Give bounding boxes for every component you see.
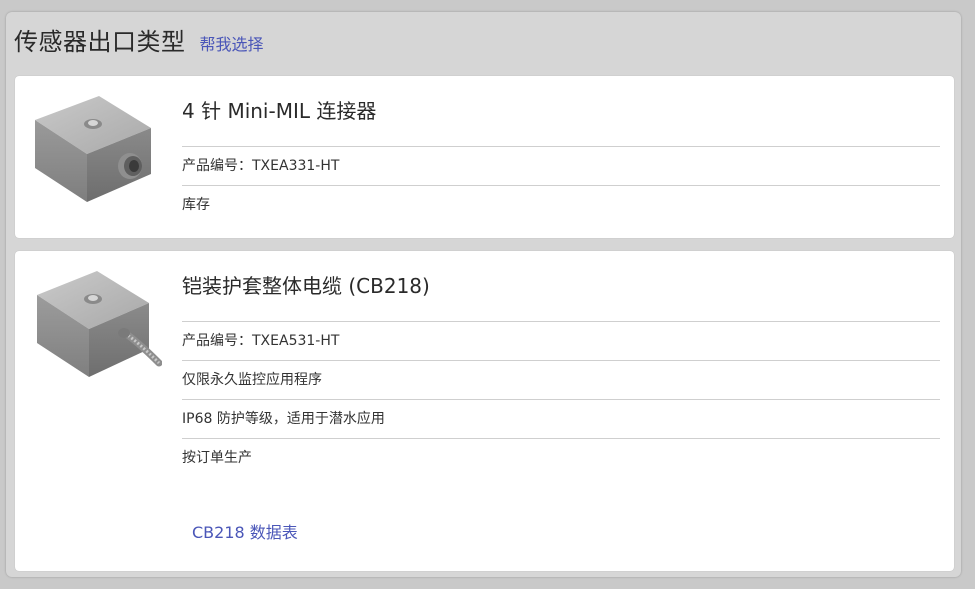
product-card-connector[interactable]: 4 针 Mini-MIL 连接器 产品编号：TXEA331-HT 库存 bbox=[15, 76, 954, 238]
spec-part-number: 产品编号：TXEA531-HT bbox=[182, 322, 940, 361]
panel-header: 传感器出口类型 帮我选择 bbox=[14, 22, 264, 62]
product-title[interactable]: 铠装护套整体电缆 (CB218) bbox=[182, 251, 940, 322]
sensor-cable-icon bbox=[37, 271, 162, 377]
product-title[interactable]: 4 针 Mini-MIL 连接器 bbox=[182, 76, 940, 147]
product-card-cable[interactable]: 铠装护套整体电缆 (CB218) 产品编号：TXEA531-HT 仅限永久监控应… bbox=[15, 251, 954, 571]
sensor-outlet-panel: 传感器出口类型 帮我选择 4 针 Mini-MIL 连接器 产品编号：TXEA3… bbox=[6, 12, 961, 577]
panel-title: 传感器出口类型 bbox=[14, 28, 186, 56]
help-me-choose-link[interactable]: 帮我选择 bbox=[200, 31, 264, 55]
spec-availability: 库存 bbox=[182, 197, 210, 213]
spec-part-number: 产品编号：TXEA331-HT bbox=[182, 147, 940, 186]
spec-protection-rating: IP68 防护等级，适用于潜水应用 bbox=[182, 400, 940, 439]
spec-availability: 按订单生产 bbox=[182, 450, 252, 466]
product-details: 铠装护套整体电缆 (CB218) 产品编号：TXEA531-HT 仅限永久监控应… bbox=[182, 251, 940, 477]
datasheet-link[interactable]: CB218 数据表 bbox=[192, 519, 298, 543]
product-details: 4 针 Mini-MIL 连接器 产品编号：TXEA331-HT 库存 bbox=[182, 76, 940, 224]
spec-application: 仅限永久监控应用程序 bbox=[182, 361, 940, 400]
sensor-connector-icon bbox=[35, 96, 151, 202]
